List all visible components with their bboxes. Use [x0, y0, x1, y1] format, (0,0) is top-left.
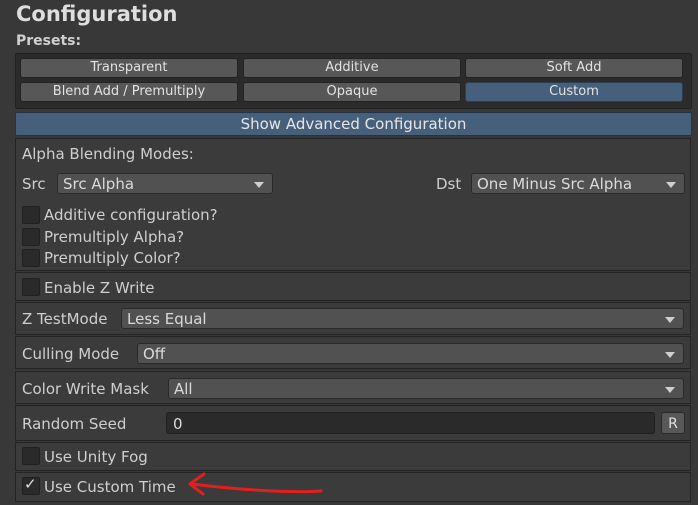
color-write-mask-section: Color Write Mask All — [15, 371, 691, 404]
z-test-value: Less Equal — [127, 310, 207, 328]
color-write-mask-dropdown[interactable]: All — [168, 378, 684, 399]
preset-custom-button[interactable]: Custom — [465, 82, 683, 102]
additive-configuration-label: Additive configuration? — [44, 206, 218, 224]
src-blend-dropdown[interactable]: Src Alpha — [57, 173, 273, 194]
chevron-down-icon — [254, 182, 264, 188]
preset-additive-button[interactable]: Additive — [243, 58, 461, 78]
enable-z-write-label: Enable Z Write — [44, 279, 155, 297]
random-seed-input[interactable]: 0 — [166, 412, 655, 434]
z-write-section: Enable Z Write — [15, 272, 691, 301]
src-label: Src — [22, 175, 46, 193]
src-blend-value: Src Alpha — [63, 175, 135, 193]
use-custom-time-checkbox[interactable]: ✓ — [22, 475, 40, 495]
premultiply-color-label: Premultiply Color? — [44, 249, 181, 267]
color-write-mask-label: Color Write Mask — [22, 380, 149, 398]
presets-panel: Transparent Additive Soft Add Blend Add … — [15, 53, 692, 109]
culling-section: Culling Mode Off — [15, 336, 691, 369]
random-seed-label: Random Seed — [22, 415, 127, 433]
chevron-down-icon — [665, 317, 675, 323]
premultiply-alpha-checkbox[interactable] — [22, 228, 40, 246]
alpha-blending-section: Alpha Blending Modes: Src Src Alpha Dst … — [15, 138, 691, 271]
use-unity-fog-checkbox[interactable] — [22, 447, 40, 465]
premultiply-color-checkbox[interactable] — [22, 249, 40, 267]
presets-label: Presets: — [16, 33, 82, 49]
z-test-dropdown[interactable]: Less Equal — [121, 308, 684, 329]
culling-mode-label: Culling Mode — [22, 345, 120, 363]
enable-z-write-checkbox[interactable] — [22, 278, 40, 296]
dst-blend-value: One Minus Src Alpha — [477, 175, 633, 193]
premultiply-alpha-label: Premultiply Alpha? — [44, 228, 185, 246]
unity-fog-section: Use Unity Fog — [15, 442, 691, 471]
preset-opaque-button[interactable]: Opaque — [243, 82, 461, 102]
page-title: Configuration — [16, 2, 178, 26]
chevron-down-icon — [665, 352, 675, 358]
random-seed-section: Random Seed 0 R — [15, 405, 691, 441]
alpha-blending-heading: Alpha Blending Modes: — [22, 145, 194, 163]
preset-soft-add-button[interactable]: Soft Add — [465, 58, 683, 78]
custom-time-section: ✓ Use Custom Time — [15, 472, 691, 502]
chevron-down-icon — [665, 387, 675, 393]
culling-mode-value: Off — [143, 345, 166, 363]
culling-mode-dropdown[interactable]: Off — [137, 343, 684, 364]
z-test-section: Z TestMode Less Equal — [15, 302, 691, 335]
dst-label: Dst — [436, 175, 462, 193]
checkmark-icon: ✓ — [24, 475, 37, 493]
color-write-mask-value: All — [174, 380, 193, 398]
use-custom-time-label: Use Custom Time — [44, 478, 176, 496]
chevron-down-icon — [666, 182, 676, 188]
preset-transparent-button[interactable]: Transparent — [20, 58, 238, 78]
use-unity-fog-label: Use Unity Fog — [44, 448, 148, 466]
additive-configuration-checkbox[interactable] — [22, 206, 40, 224]
dst-blend-dropdown[interactable]: One Minus Src Alpha — [471, 173, 685, 194]
random-seed-reset-button[interactable]: R — [661, 412, 685, 434]
show-advanced-configuration-button[interactable]: Show Advanced Configuration — [15, 112, 692, 136]
z-test-label: Z TestMode — [22, 310, 108, 328]
preset-blend-add-premultiply-button[interactable]: Blend Add / Premultiply — [20, 82, 238, 102]
